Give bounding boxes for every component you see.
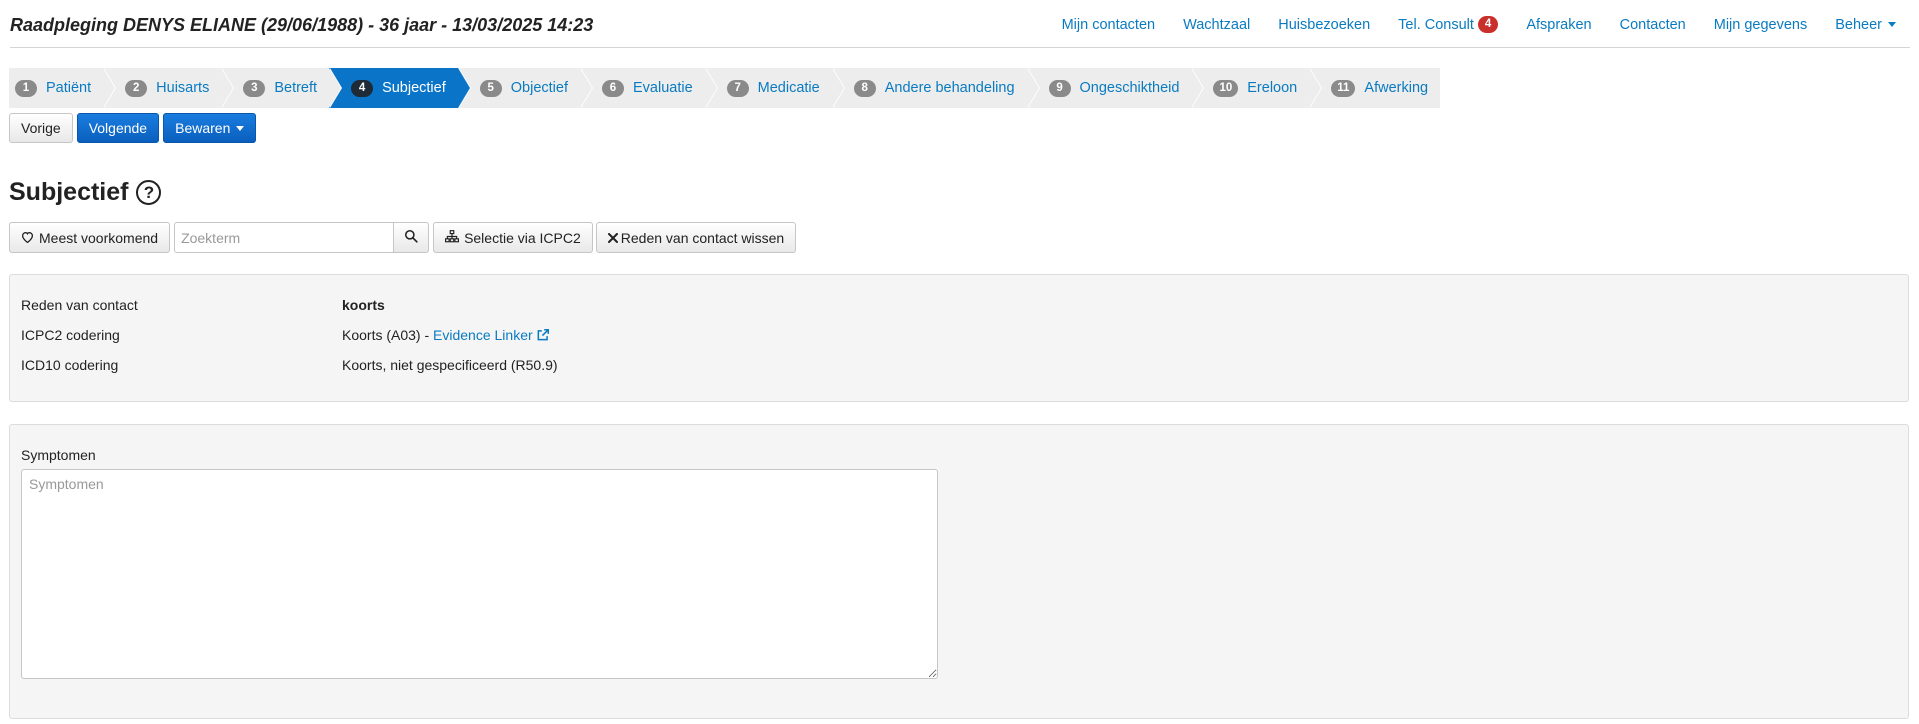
symptoms-panel: Symptomen [9, 424, 1909, 719]
step-patient[interactable]: 1 Patiënt [9, 68, 117, 108]
search-button[interactable] [393, 222, 430, 253]
subjective-toolbar: Meest voorkomend Selectie via ICPC2 Rede… [9, 222, 797, 253]
icpc-select-button[interactable]: Selectie via ICPC2 [433, 222, 593, 253]
nav-label: Wachtzaal [1183, 16, 1251, 33]
step-number: 8 [853, 79, 876, 97]
nav-contacten[interactable]: Contacten [1620, 17, 1686, 33]
nav-label: Mijn contacten [1061, 16, 1156, 33]
most-common-button[interactable]: Meest voorkomend [9, 222, 171, 253]
save-dropdown-button[interactable]: Bewaren [163, 113, 257, 143]
step-number: 5 [479, 79, 502, 97]
caret-down-icon [236, 125, 245, 131]
nav-label: Afspraken [1526, 16, 1592, 33]
nav-beheer-dropdown[interactable]: Beheer [1835, 17, 1896, 33]
caret-down-icon [1888, 22, 1896, 27]
nav-label: Huisbezoeken [1278, 16, 1371, 33]
step-ereloon[interactable]: 10 Ereloon [1191, 68, 1323, 108]
clear-reason-button[interactable]: Reden van contact wissen [595, 222, 797, 253]
step-number: 3 [243, 79, 266, 97]
nav-afspraken[interactable]: Afspraken [1526, 17, 1591, 33]
nav-label: Tel. Consult [1398, 16, 1474, 33]
nav-mijn-contacten[interactable]: Mijn contacten [1062, 17, 1156, 33]
wizard-steps: 1 Patiënt 2 Huisarts 3 Betreft 4 Subjectief … [9, 68, 1441, 108]
step-andere-behandeling[interactable]: 8 Andere behandeling [831, 68, 1040, 108]
step-label: Huisarts [156, 80, 210, 96]
nav-tel-consult[interactable]: Tel. Consult 4 [1398, 16, 1499, 33]
step-medicatie[interactable]: 7 Medicatie [704, 68, 845, 108]
step-label: Medicatie [757, 80, 820, 96]
step-huisarts[interactable]: 2 Huisarts [103, 68, 235, 108]
step-number: 9 [1048, 79, 1071, 97]
icd-value: Koorts, niet gespecificeerd (R50.9) [342, 357, 558, 373]
step-number: 11 [1331, 79, 1356, 97]
most-common-label: Meest voorkomend [39, 229, 159, 246]
step-subjectief[interactable]: 4 Subjectief [329, 68, 471, 108]
icpc-select-label: Selectie via ICPC2 [464, 229, 581, 246]
reason-value: koorts [342, 297, 385, 313]
symptoms-label: Symptomen [21, 447, 96, 463]
external-link-icon [536, 328, 550, 345]
step-label: Patiënt [46, 80, 92, 96]
step-number: 2 [125, 79, 148, 97]
step-number: 10 [1213, 79, 1239, 97]
help-icon[interactable]: ? [136, 180, 162, 205]
step-betreft[interactable]: 3 Betreft [221, 68, 342, 108]
save-label: Bewaren [175, 120, 231, 136]
step-label: Subjectief [382, 80, 446, 96]
nav-label: Contacten [1619, 16, 1686, 33]
step-label: Andere behandeling [884, 80, 1015, 96]
wizard-buttons: Vorige Volgende Bewaren [9, 113, 257, 143]
icpc-label: ICPC2 codering [21, 327, 120, 343]
icpc-value-group: Koorts (A03) - Evidence Linker [342, 327, 550, 345]
search-icon [404, 229, 418, 246]
evidence-linker-link[interactable]: Evidence Linker [433, 327, 550, 343]
step-number: 1 [15, 79, 37, 97]
step-label: Ereloon [1247, 80, 1298, 96]
nav-mijn-gegevens[interactable]: Mijn gegevens [1714, 17, 1808, 33]
next-button[interactable]: Volgende [76, 113, 160, 143]
step-label: Evaluatie [632, 80, 693, 96]
step-label: Betreft [274, 80, 318, 96]
nav-wachtzaal[interactable]: Wachtzaal [1183, 17, 1250, 33]
step-label: Objectief [510, 80, 568, 96]
evidence-linker-label: Evidence Linker [433, 327, 533, 343]
nav-label: Mijn gegevens [1713, 16, 1808, 33]
top-header: Raadpleging DENYS ELIANE (29/06/1988) - … [10, 0, 1910, 48]
clear-reason-label: Reden van contact wissen [620, 229, 785, 246]
section-title: Subjectief [9, 178, 129, 206]
nav-label: Beheer [1835, 16, 1882, 33]
top-navigation: Mijn contacten Wachtzaal Huisbezoeken Te… [1062, 16, 1896, 33]
notification-badge: 4 [1477, 16, 1499, 33]
step-evaluatie[interactable]: 6 Evaluatie [579, 68, 718, 108]
icpc-value: Koorts (A03) - [342, 327, 434, 343]
step-number: 4 [351, 79, 374, 97]
search-input[interactable] [174, 222, 394, 253]
page-title: Raadpleging DENYS ELIANE (29/06/1988) - … [10, 15, 594, 35]
sitemap-icon [445, 229, 460, 246]
step-label: Afwerking [1364, 80, 1429, 96]
heart-icon [21, 230, 34, 246]
nav-huisbezoeken[interactable]: Huisbezoeken [1278, 17, 1370, 33]
close-icon [607, 230, 618, 246]
contact-reason-panel: Reden van contact koorts ICPC2 codering … [9, 274, 1909, 402]
section-heading: Subjectief ? [9, 178, 162, 207]
step-number: 7 [726, 79, 749, 97]
step-number: 6 [601, 79, 624, 97]
icd-label: ICD10 codering [21, 357, 119, 373]
symptoms-textarea[interactable] [21, 469, 938, 679]
step-label: Ongeschiktheid [1079, 80, 1180, 96]
search-group [174, 222, 430, 253]
step-objectief[interactable]: 5 Objectief [457, 68, 594, 108]
step-afwerking[interactable]: 11 Afwerking [1309, 68, 1441, 108]
step-ongeschiktheid[interactable]: 9 Ongeschiktheid [1026, 68, 1205, 108]
previous-button[interactable]: Vorige [9, 113, 73, 143]
reason-label: Reden van contact [21, 297, 138, 313]
